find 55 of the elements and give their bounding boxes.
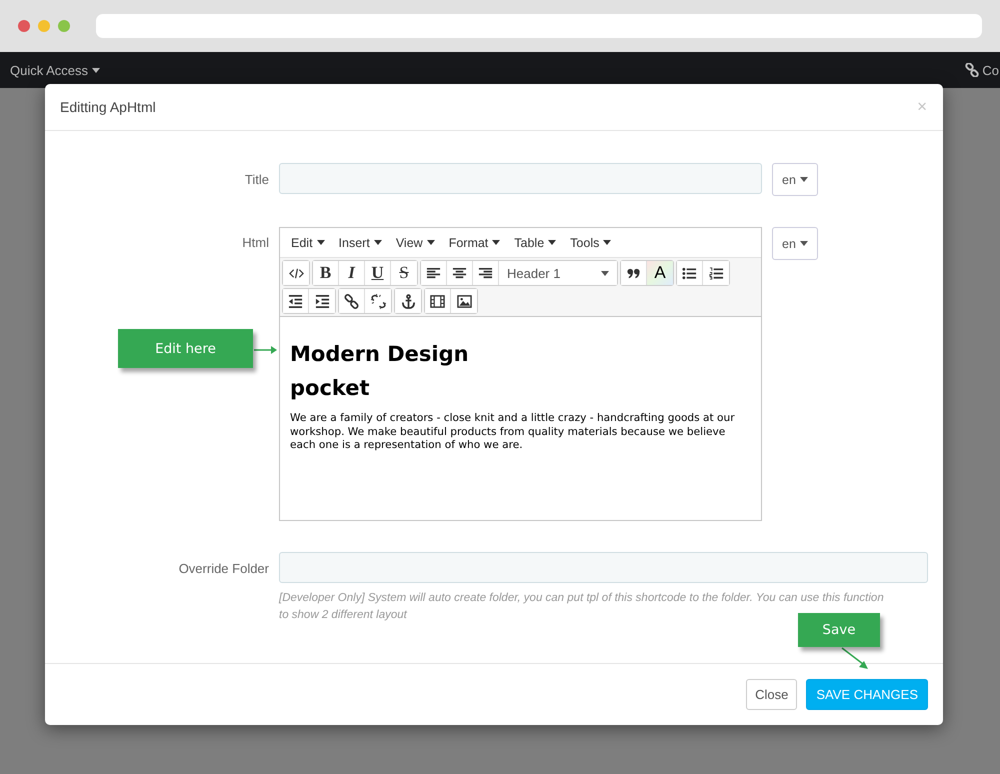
editor-menu[interactable]: View [388,236,442,250]
language-dropdown[interactable]: en [772,227,818,260]
caret-icon [800,241,808,246]
caret-icon [548,240,556,245]
caret-icon [316,240,325,245]
film-icon [430,294,445,308]
language-dropdown[interactable]: en [772,163,818,196]
heading-text: Modern Design [290,342,470,366]
bullet-list-button[interactable] [677,261,703,285]
dialog-title: Editting ApHtml [60,99,156,115]
anchor-button[interactable] [395,289,421,313]
callout: Edit here [118,329,253,368]
link-icon [344,294,359,308]
text-field[interactable] [279,163,762,194]
caret-icon [603,240,612,245]
field-label: Html [241,234,269,250]
field-label: Override Folder [178,560,269,576]
editor-menu[interactable]: Edit [284,236,332,250]
caret-icon [492,240,500,245]
quote-button[interactable] [621,261,647,285]
indent-icon [314,294,330,308]
callout-arrow [842,647,868,669]
callout-arrow [254,346,277,354]
bullet-list-icon [682,266,697,280]
bold-button[interactable]: B [313,261,339,285]
anchor-icon [400,294,416,308]
minimize-window-dot[interactable] [38,20,50,32]
numbered-list-icon [708,266,724,280]
broken-link-icon [370,294,386,308]
text-field[interactable] [279,552,928,583]
editor-menu[interactable]: Format [442,236,508,250]
image-icon [456,294,472,308]
maximize-window-dot[interactable] [58,20,70,32]
outdent-icon [288,294,303,308]
heading-text: pocket [290,376,371,400]
link-button[interactable] [339,289,365,313]
outdent-button[interactable] [283,289,309,313]
caret-icon [426,240,435,245]
text-color-button[interactable]: A [647,261,673,285]
close-window-dot[interactable] [18,20,30,32]
toolbar-link[interactable]: Co [965,62,999,78]
editor-menu[interactable]: Tools [563,236,618,250]
field-label: Title [244,171,269,187]
quick-access-menu[interactable]: Quick Access [10,62,104,78]
caret-icon [374,240,382,245]
close-button[interactable]: Close [746,679,798,710]
caret-icon [800,177,808,182]
link-icon [965,63,980,77]
editor-menu[interactable]: Insert [332,236,389,250]
film-button[interactable] [425,289,451,313]
source-code-button[interactable] [283,261,309,285]
caret-icon [92,68,100,72]
callout: Save [798,613,880,647]
editor-menu[interactable]: Table [507,236,564,250]
paragraph-text: We are a family of creators - close knit and a little crazy - handcrafting goods at our workshop. We make beautiful products from quality materials because we believe each one is a representation of who we are. [290,412,736,452]
